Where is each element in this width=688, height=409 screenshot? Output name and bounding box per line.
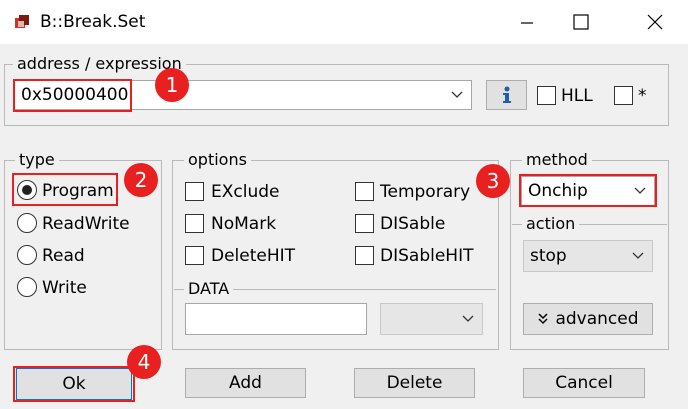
radio-label-read: Read bbox=[42, 246, 85, 266]
hll-label: HLL bbox=[561, 86, 593, 106]
radio-label-write: Write bbox=[42, 278, 87, 298]
app-icon bbox=[14, 14, 32, 32]
delete-label: Delete bbox=[386, 373, 443, 393]
minimize-icon bbox=[521, 22, 533, 24]
star-checkbox[interactable] bbox=[614, 86, 633, 105]
star-label: * bbox=[638, 86, 647, 106]
highlight-box-ok bbox=[13, 366, 135, 402]
chevron-down-icon bbox=[632, 252, 644, 259]
checkbox-label-nomark: NoMark bbox=[211, 214, 277, 234]
radio-readwrite[interactable] bbox=[17, 213, 37, 233]
marker-1: 1 bbox=[155, 68, 189, 102]
action-legend: action bbox=[522, 214, 580, 234]
info-button[interactable] bbox=[486, 80, 527, 110]
marker-2: 2 bbox=[124, 163, 158, 197]
window-title: B::Break.Set bbox=[40, 12, 146, 32]
radio-read[interactable] bbox=[17, 245, 37, 265]
checkbox-label-disable: DISable bbox=[380, 214, 446, 234]
add-button[interactable]: Add bbox=[185, 368, 306, 398]
checkbox-label-disablehit: DISableHIT bbox=[380, 246, 474, 266]
data-select[interactable] bbox=[380, 303, 483, 335]
checkbox-deletehit[interactable] bbox=[185, 246, 204, 265]
minimize-button[interactable] bbox=[504, 0, 550, 44]
checkbox-label-deletehit: DeleteHIT bbox=[211, 246, 296, 266]
data-input[interactable] bbox=[185, 303, 367, 335]
marker-4: 4 bbox=[127, 345, 161, 379]
type-legend: type bbox=[15, 150, 59, 170]
advanced-button[interactable]: advanced bbox=[523, 303, 653, 335]
radio-write[interactable] bbox=[17, 277, 37, 297]
method-legend: method bbox=[522, 150, 592, 170]
info-icon bbox=[502, 86, 511, 103]
radio-program[interactable] bbox=[17, 180, 37, 200]
chevron-down-icon bbox=[451, 91, 463, 98]
advanced-label: advanced bbox=[555, 309, 639, 329]
close-button[interactable] bbox=[632, 0, 678, 44]
radio-label-readwrite: ReadWrite bbox=[42, 214, 130, 234]
double-chevron-down-icon bbox=[538, 313, 548, 325]
cancel-button[interactable]: Cancel bbox=[523, 368, 645, 398]
checkbox-disable[interactable] bbox=[355, 214, 374, 233]
marker-3: 3 bbox=[476, 164, 510, 198]
action-value: stop bbox=[530, 246, 567, 266]
chevron-down-icon bbox=[462, 315, 474, 322]
address-legend: address / expression bbox=[13, 54, 186, 74]
delete-button[interactable]: Delete bbox=[354, 368, 475, 398]
close-icon bbox=[647, 14, 663, 30]
maximize-icon bbox=[573, 14, 589, 30]
checkbox-disablehit[interactable] bbox=[355, 246, 374, 265]
data-legend: DATA bbox=[184, 279, 234, 299]
checkbox-temporary[interactable] bbox=[355, 182, 374, 201]
options-legend: options bbox=[184, 150, 251, 170]
checkbox-exclude[interactable] bbox=[185, 182, 204, 201]
highlight-box-method bbox=[519, 174, 657, 207]
hll-checkbox[interactable] bbox=[537, 86, 556, 105]
checkbox-label-exclude: EXclude bbox=[211, 182, 280, 202]
checkbox-nomark[interactable] bbox=[185, 214, 204, 233]
add-label: Add bbox=[229, 373, 262, 393]
checkbox-label-temporary: Temporary bbox=[380, 182, 471, 202]
radio-label-program: Program bbox=[42, 181, 114, 201]
highlight-box-address bbox=[13, 79, 132, 112]
cancel-label: Cancel bbox=[555, 373, 613, 393]
action-combobox[interactable]: stop bbox=[523, 240, 653, 272]
maximize-button[interactable] bbox=[558, 0, 604, 44]
